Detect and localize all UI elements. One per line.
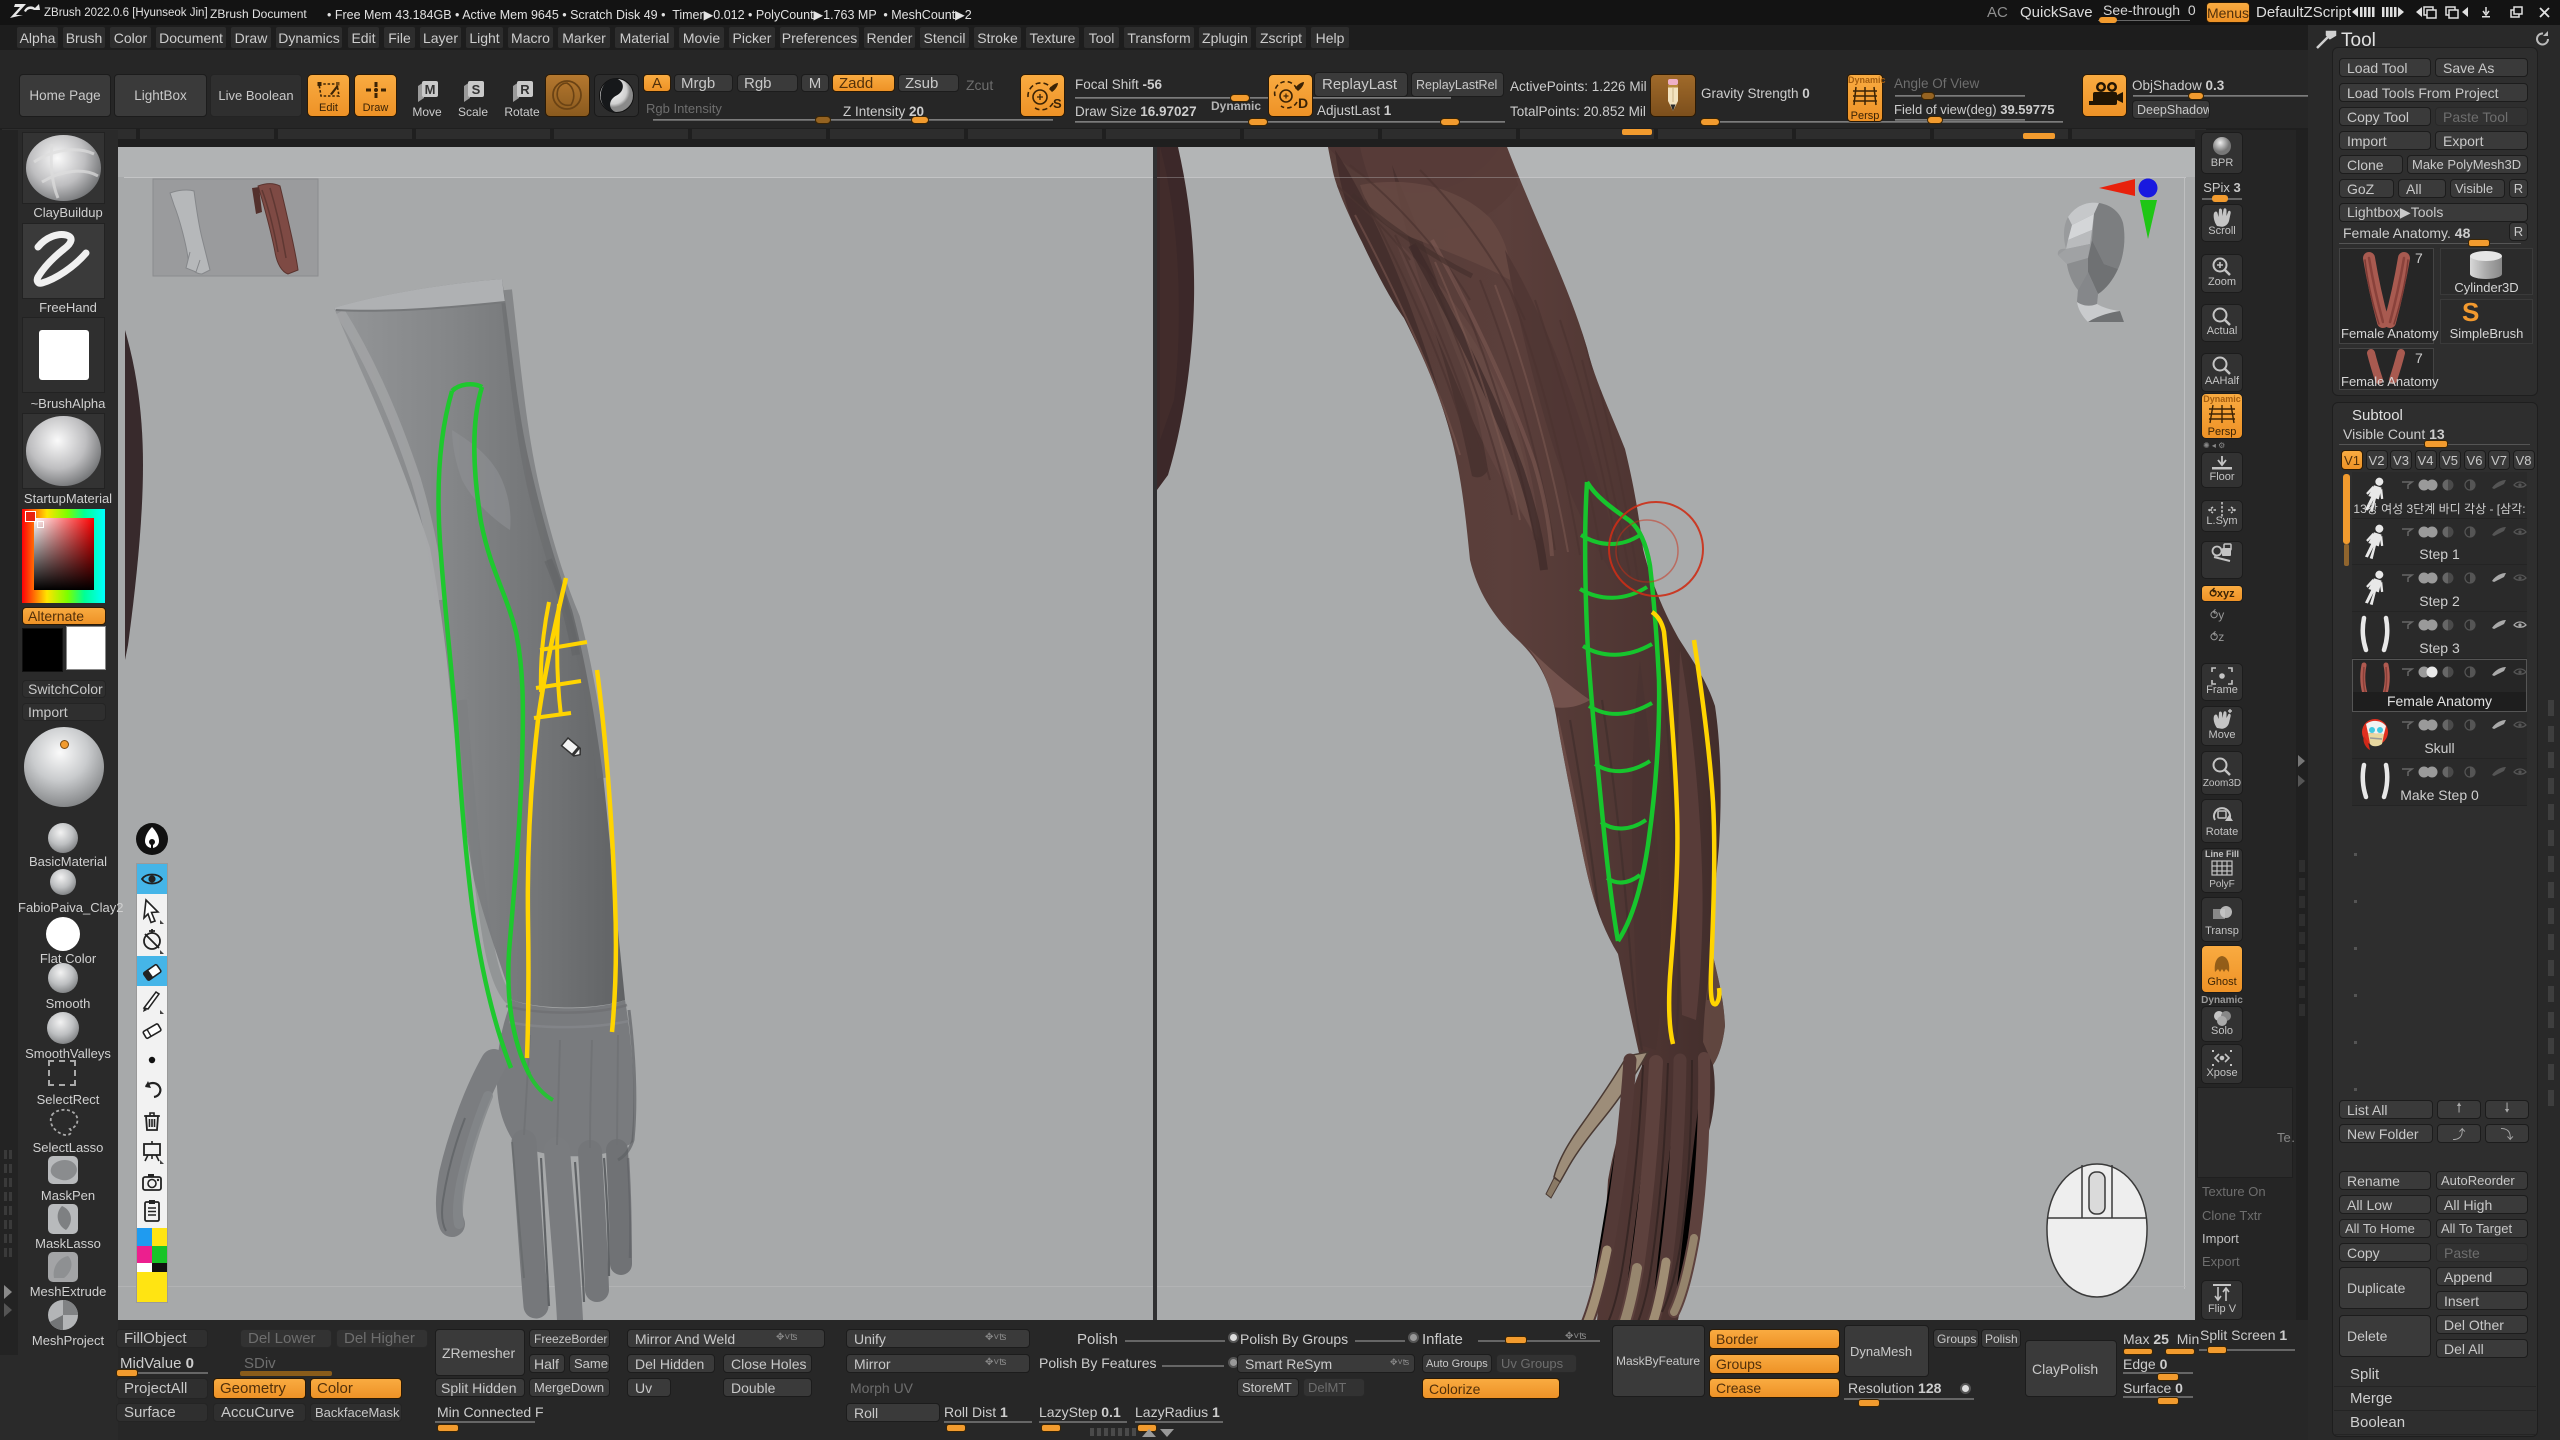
svg-text:S: S — [1053, 96, 1062, 111]
svg-text:D: D — [1298, 95, 1308, 111]
svg-text:R: R — [520, 82, 530, 97]
svg-text:M: M — [425, 82, 436, 97]
svg-text:S: S — [472, 82, 481, 97]
